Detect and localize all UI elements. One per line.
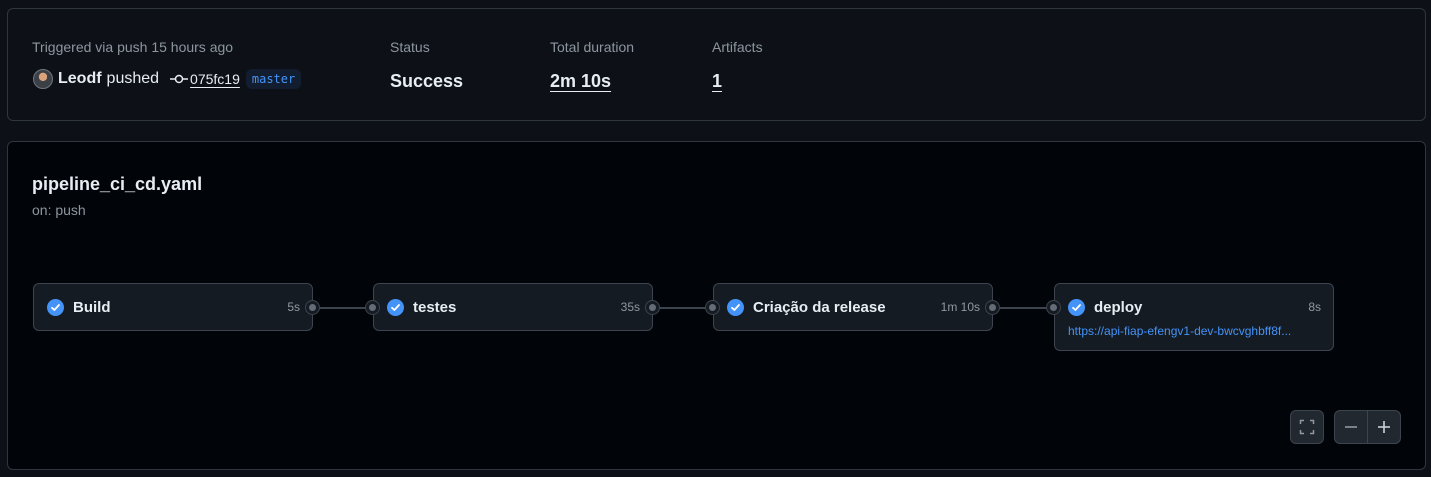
duration-label: Total duration	[550, 39, 635, 55]
artifacts-info: Artifacts 1	[712, 39, 763, 92]
plus-icon	[1378, 421, 1390, 433]
job-name: testes	[413, 298, 457, 316]
status-info: Status Success	[390, 39, 463, 92]
trigger-info: Triggered via push 15 hours ago Leodf pu…	[32, 39, 302, 90]
job-build[interactable]: Build 5s	[33, 283, 313, 331]
job-output-port	[306, 301, 319, 314]
status-label: Status	[390, 39, 430, 55]
trigger-label: Triggered via push 15 hours ago	[32, 39, 234, 55]
zoom-out-button[interactable]	[1334, 410, 1368, 444]
job-output-port	[986, 301, 999, 314]
workflow-trigger: on: push	[32, 202, 86, 218]
run-summary: Triggered via push 15 hours ago Leodf pu…	[7, 8, 1426, 121]
job-connector	[994, 307, 1054, 309]
action-text: pushed	[106, 70, 160, 87]
job-testes[interactable]: testes 35s	[373, 283, 653, 331]
trigger-row: Leodf pushed 075fc19 master	[32, 68, 302, 90]
job-name: Build	[73, 298, 111, 316]
job-duration: 35s	[620, 300, 640, 314]
job-output-port	[646, 301, 659, 314]
duration-link[interactable]: 2m 10s	[550, 70, 634, 92]
artifacts-label: Artifacts	[712, 39, 763, 55]
job-duration: 5s	[287, 300, 300, 314]
zoom-in-button[interactable]	[1367, 410, 1401, 444]
minus-icon	[1345, 426, 1357, 428]
job-input-port	[1047, 301, 1060, 314]
job-criacao-release[interactable]: Criação da release 1m 10s	[713, 283, 993, 331]
actor-name[interactable]: Leodf	[58, 70, 102, 88]
deploy-url-link[interactable]: https://api-fiap-efengv1-dev-bwcvghbff8f…	[1055, 324, 1333, 350]
fullscreen-icon	[1299, 419, 1315, 435]
job-input-port	[366, 301, 379, 314]
workflow-graph: pipeline_ci_cd.yaml on: push Build 5s te…	[7, 141, 1426, 470]
job-duration: 1m 10s	[940, 300, 980, 314]
commit-sha-link[interactable]: 075fc19	[190, 71, 240, 87]
job-name: deploy	[1094, 298, 1143, 316]
job-input-port	[706, 301, 719, 314]
job-connector	[653, 307, 713, 309]
check-circle-icon	[387, 298, 404, 316]
commit-icon	[170, 74, 189, 84]
duration-info: Total duration 2m 10s	[550, 39, 634, 92]
fullscreen-button[interactable]	[1290, 410, 1324, 444]
avatar[interactable]	[33, 69, 53, 89]
branch-badge[interactable]: master	[245, 69, 302, 89]
artifacts-link[interactable]: 1	[712, 70, 763, 92]
check-circle-icon	[727, 298, 744, 316]
job-name: Criação da release	[753, 298, 886, 316]
check-circle-icon	[47, 298, 64, 316]
job-deploy[interactable]: deploy 8s https://api-fiap-efengv1-dev-b…	[1054, 283, 1334, 351]
workflow-title[interactable]: pipeline_ci_cd.yaml	[32, 174, 202, 195]
job-connector	[313, 307, 373, 309]
status-value: Success	[390, 71, 464, 91]
check-circle-icon	[1068, 298, 1085, 316]
job-duration: 8s	[1308, 300, 1321, 314]
